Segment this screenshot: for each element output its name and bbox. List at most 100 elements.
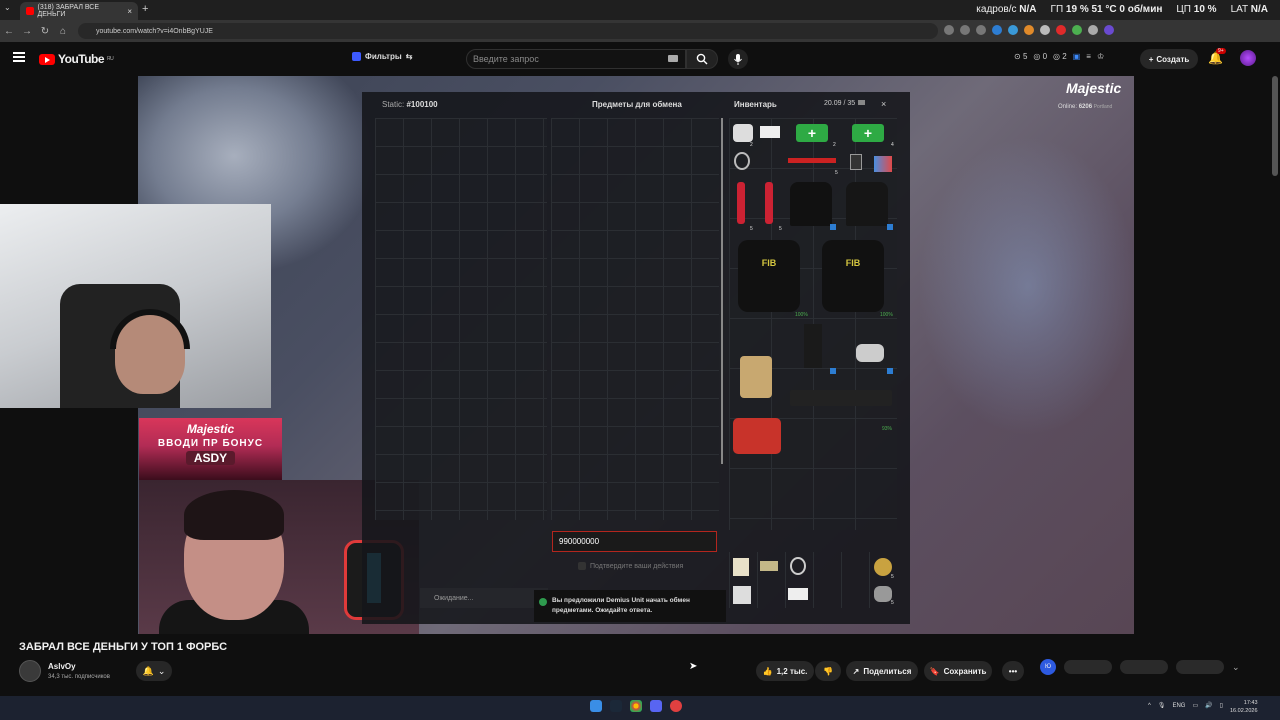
phone-item-icon[interactable] [850, 154, 862, 170]
extension-icon[interactable] [1056, 25, 1066, 35]
system-tray: ^ 🎙 ENG ▭ 🔊 ▯ [1148, 702, 1223, 710]
discord-icon[interactable] [650, 700, 662, 712]
note-item-icon[interactable] [733, 558, 749, 576]
handcuffs-item-icon[interactable] [734, 152, 750, 170]
bandage-item-icon[interactable] [733, 124, 753, 142]
fib-vest-item-icon[interactable]: FIB [738, 240, 800, 312]
channel-badge[interactable]: Ю [1040, 659, 1056, 675]
chip-placeholder[interactable] [1064, 660, 1112, 674]
document-item-icon[interactable] [733, 586, 751, 604]
search-button[interactable] [686, 49, 718, 69]
fib-vest-item-icon[interactable]: FIB [822, 240, 884, 312]
partner-trade-slots[interactable] [551, 118, 719, 520]
youtube-logo[interactable]: YouTube RU [39, 52, 114, 66]
clock[interactable]: 17:43 16.02.2026 [1230, 699, 1258, 716]
extension-icon[interactable] [1008, 25, 1018, 35]
inventory-scrollbar[interactable] [721, 118, 723, 464]
save-button[interactable]: 🔖 Сохранить [924, 661, 992, 681]
list-icon[interactable]: ≡ [1086, 52, 1091, 61]
channel-avatar[interactable] [19, 660, 41, 682]
menu-icon[interactable] [13, 52, 25, 62]
reload-icon[interactable]: ↻ [36, 26, 54, 37]
browser-tab[interactable]: (318) ЗАБРАЛ ВСЕ ДЕНЬГИ × [20, 2, 138, 20]
back-icon[interactable]: ← [0, 26, 18, 37]
document-item-icon[interactable] [760, 126, 780, 138]
keyboard-icon[interactable] [668, 55, 678, 62]
account-avatar[interactable] [1240, 50, 1256, 66]
id-card-item-icon[interactable] [788, 588, 808, 600]
tab-search-icon[interactable]: ⌄ [4, 3, 11, 12]
battery-icon[interactable]: ▯ [1220, 702, 1223, 709]
pants-item-icon[interactable] [804, 324, 822, 368]
language-indicator[interactable]: ENG [1172, 703, 1185, 709]
adrenaline-item-icon[interactable] [765, 182, 773, 224]
network-icon[interactable]: ▭ [1192, 702, 1198, 709]
quick-slots[interactable] [729, 552, 897, 608]
checkbox[interactable] [578, 562, 586, 570]
tab-close-icon[interactable]: × [127, 7, 132, 16]
voice-search-button[interactable] [728, 49, 748, 69]
pills-item-icon[interactable] [874, 156, 892, 172]
repair-kit-item-icon[interactable] [733, 418, 781, 454]
filters-button[interactable]: Фильтры ⇆ [352, 52, 412, 61]
page-scrollbar[interactable] [1272, 76, 1278, 176]
extension-icon[interactable] [992, 25, 1002, 35]
pills-item-icon[interactable] [874, 586, 892, 602]
thumbs-down-icon: 👎 [823, 666, 833, 676]
extension-icon[interactable]: ▣ [1073, 52, 1081, 61]
url-bar[interactable]: youtube.com/watch?v=i4OnbBgYUJE [78, 23, 938, 39]
confirm-trade-checkbox[interactable]: Подтвердите ваши действия [578, 562, 683, 570]
profile-icon[interactable] [1104, 25, 1114, 35]
cpu-stat: ЦП 10 % [1176, 4, 1217, 15]
close-icon[interactable]: × [881, 99, 886, 109]
tshirt-item-icon[interactable] [790, 182, 832, 226]
adrenaline-item-icon[interactable] [737, 182, 745, 224]
counter-likes[interactable]: ◎ 0 [1033, 52, 1047, 61]
forward-icon[interactable]: → [18, 26, 36, 37]
dislike-button[interactable]: 👎 [815, 661, 841, 681]
tray-chevron-icon[interactable]: ^ [1148, 703, 1151, 709]
chevron-down-icon[interactable]: ⌄ [1232, 662, 1240, 673]
money-amount-input[interactable]: 990000000 [552, 531, 717, 552]
bookmark-star-icon[interactable] [976, 25, 986, 35]
cast-icon[interactable] [960, 25, 970, 35]
rifle-item-icon[interactable] [790, 390, 892, 406]
handcuffs-item-icon[interactable] [790, 557, 806, 575]
syringe-item-icon[interactable] [788, 158, 836, 163]
video-background [918, 136, 1134, 436]
chip-placeholder[interactable] [1176, 660, 1224, 674]
counter-comments[interactable]: ◎ 2 [1053, 52, 1067, 61]
extension-icon[interactable] [1088, 25, 1098, 35]
chrome-icon[interactable] [630, 700, 642, 712]
like-button[interactable]: 👍 1,2 тыс. [756, 661, 814, 681]
new-tab-button[interactable]: + [142, 3, 148, 15]
share-button[interactable]: ↗ Поделиться [846, 661, 918, 681]
channel-name[interactable]: AslvOy [48, 662, 76, 671]
counter-views[interactable]: ⊙ 5 [1014, 52, 1027, 61]
trophy-icon[interactable]: ♔ [1097, 52, 1104, 61]
plus-icon: + [1148, 54, 1154, 64]
ration-pack-item-icon[interactable] [740, 356, 772, 398]
home-icon[interactable]: ⌂ [54, 26, 72, 37]
card-item-icon[interactable] [760, 561, 778, 571]
steam-icon[interactable] [610, 700, 622, 712]
coin-item-icon[interactable] [874, 558, 892, 576]
shoes-item-icon[interactable] [856, 344, 884, 362]
medkit-item-icon[interactable]: + [796, 124, 828, 142]
search-input[interactable]: Введите запрос [466, 49, 686, 69]
extension-icon[interactable] [1040, 25, 1050, 35]
my-trade-slots[interactable] [375, 118, 547, 520]
more-actions-button[interactable]: ••• [1002, 661, 1024, 681]
microphone-icon[interactable]: 🎙 [1158, 702, 1166, 709]
volume-icon[interactable]: 🔊 [1205, 702, 1212, 709]
chip-placeholder[interactable] [1120, 660, 1168, 674]
extension-icon[interactable] [1072, 25, 1082, 35]
extension-icon[interactable] [1024, 25, 1034, 35]
create-button[interactable]: + Создать [1140, 49, 1198, 69]
app-icon[interactable] [670, 700, 682, 712]
medkit-item-icon[interactable]: + [852, 124, 884, 142]
windows-start-icon[interactable] [590, 700, 602, 712]
jacket-item-icon[interactable] [846, 182, 888, 226]
subscription-bell-button[interactable]: 🔔 ⌄ [136, 661, 172, 681]
zoom-icon[interactable] [944, 25, 954, 35]
